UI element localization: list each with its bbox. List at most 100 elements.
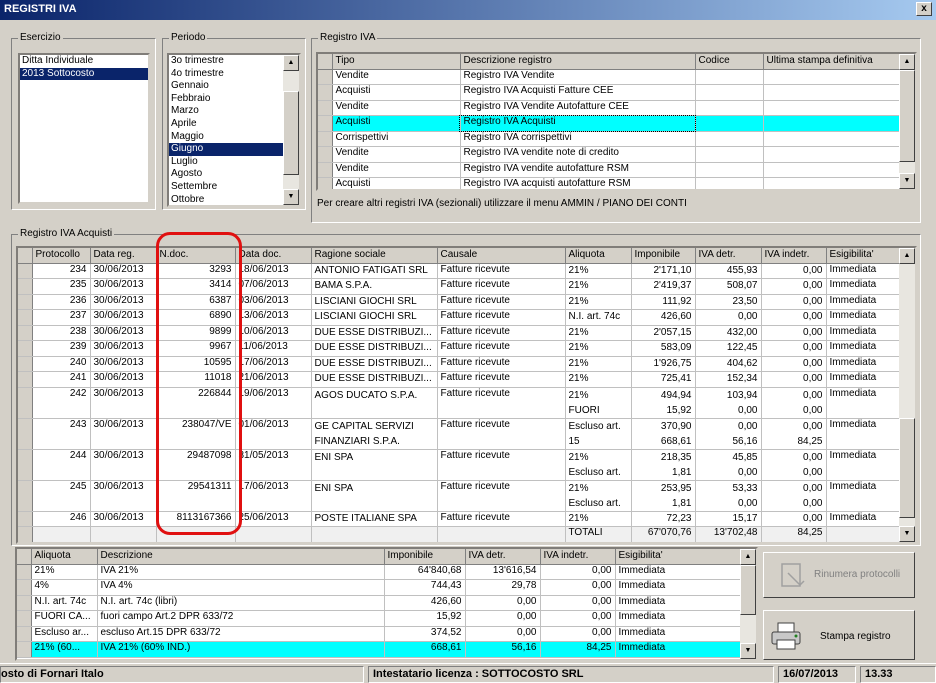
periodo-item[interactable]: Febbraio bbox=[169, 93, 283, 106]
acquisti-cell-esig: Immediata bbox=[826, 340, 902, 357]
scroll-down-icon[interactable]: ▼ bbox=[283, 189, 299, 205]
scroll-thumb[interactable] bbox=[283, 91, 299, 175]
registro-column-header[interactable]: Codice bbox=[695, 54, 764, 70]
esercizio-item[interactable]: Ditta Individuale bbox=[20, 55, 148, 68]
acquisti-cell-datadoc: 31/05/2013 bbox=[235, 449, 312, 481]
acquisti-column-header[interactable]: Causale bbox=[437, 248, 566, 264]
periodo-item[interactable]: Marzo bbox=[169, 105, 283, 118]
registro-row[interactable]: Acquisti Registro IVA Acquisti bbox=[318, 114, 902, 132]
registro-row[interactable]: Vendite Registro IVA Vendite bbox=[318, 69, 902, 85]
esercizio-item[interactable]: 2013 Sottocosto bbox=[20, 67, 148, 81]
acquisti-row[interactable]: 237 30/06/2013 6890 13/06/2013 LISCIANI GIOC… bbox=[18, 309, 902, 326]
acquisti-row[interactable]: 236 30/06/2013 6387 03/06/2013 LISCIANI GIOC… bbox=[18, 294, 902, 310]
registro-cell-descr: Registro IVA Vendite Autofatture CEE bbox=[460, 100, 696, 116]
riepilogo-column-header[interactable]: Imponibile bbox=[384, 549, 466, 565]
riepilogo-row[interactable]: 21% (60... IVA 21% (60% IND.) 668,61 56,16 8… bbox=[17, 641, 743, 658]
acquisti-column-header[interactable]: Ragione sociale bbox=[311, 248, 438, 264]
periodo-item[interactable]: Aprile bbox=[169, 118, 283, 131]
periodo-item[interactable]: Agosto bbox=[169, 168, 283, 181]
acquisti-column-header[interactable]: IVA detr. bbox=[695, 248, 762, 264]
acquisti-cell-line: 0,00 bbox=[803, 451, 823, 463]
scroll-up-icon[interactable]: ▲ bbox=[283, 55, 299, 71]
periodo-item[interactable]: Ottobre bbox=[169, 194, 283, 205]
acquisti-cell-datareg: 30/06/2013 bbox=[90, 309, 157, 326]
scroll-down-icon[interactable]: ▼ bbox=[899, 173, 915, 189]
scroll-thumb[interactable] bbox=[899, 418, 915, 518]
registro-column-header[interactable]: Tipo bbox=[332, 54, 461, 70]
acquisti-column-header[interactable]: Imponibile bbox=[631, 248, 696, 264]
riepilogo-column-header[interactable]: Esigibilita' bbox=[615, 549, 743, 565]
periodo-item[interactable]: Settembre bbox=[169, 181, 283, 194]
periodo-listbox[interactable]: 3o trimestre 4o trimestre Gennaio Febbraio M… bbox=[167, 53, 301, 207]
acquisti-cell-line: 0,00 bbox=[803, 512, 823, 524]
acquisti-row[interactable]: 241 30/06/2013 11018 21/06/2013 DUE ESSE DIS… bbox=[18, 371, 902, 388]
riepilogo-row[interactable]: 4% IVA 4% 744,43 29,78 0,00 Immediata bbox=[17, 579, 743, 596]
acquisti-column-header[interactable]: N.doc. bbox=[156, 248, 236, 264]
riepilogo-column-header[interactable]: IVA detr. bbox=[465, 549, 541, 565]
periodo-item[interactable]: Gennaio bbox=[169, 80, 283, 93]
acquisti-row[interactable]: 240 30/06/2013 10595 17/06/2013 DUE ESSE DIS… bbox=[18, 356, 902, 372]
stampa-registro-button[interactable]: Stampa registro bbox=[763, 610, 915, 660]
acquisti-column-header[interactable]: IVA indetr. bbox=[761, 248, 827, 264]
scroll-thumb[interactable] bbox=[740, 565, 756, 615]
registro-row[interactable]: Acquisti Registro IVA acquisti autofattur… bbox=[318, 177, 902, 189]
acquisti-row[interactable]: 242 30/06/2013 226844 19/06/2013 AGOS DUCATO… bbox=[18, 387, 902, 419]
acquisti-column-header[interactable]: Esigibilita' bbox=[826, 248, 902, 264]
scroll-down-icon[interactable]: ▼ bbox=[740, 643, 756, 659]
riepilogo-column-header[interactable]: Descrizione bbox=[97, 549, 385, 565]
riepilogo-scrollbar[interactable]: ▲ ▼ bbox=[740, 549, 756, 659]
acquisti-column-header[interactable]: Data doc. bbox=[235, 248, 312, 264]
acquisti-scrollbar[interactable]: ▲ ▼ bbox=[899, 248, 915, 542]
acquisti-cell-indetr: 0,00 bbox=[761, 356, 827, 372]
periodo-item[interactable]: Giugno bbox=[169, 143, 283, 156]
scroll-up-icon[interactable]: ▲ bbox=[899, 54, 915, 70]
acquisti-column-header[interactable]: Data reg. bbox=[90, 248, 157, 264]
scroll-down-icon[interactable]: ▼ bbox=[899, 526, 915, 542]
registro-row[interactable]: Vendite Registro IVA vendite note di cred… bbox=[318, 146, 902, 163]
acquisti-grid[interactable]: Protocollo Data reg. N.doc. Data doc. Ragion… bbox=[16, 246, 917, 544]
registro-row[interactable]: Vendite Registro IVA vendite autofatture … bbox=[318, 162, 902, 178]
scroll-up-icon[interactable]: ▲ bbox=[899, 248, 915, 264]
acquisti-column-header[interactable]: Protocollo bbox=[32, 248, 91, 264]
empty-cell bbox=[437, 526, 566, 542]
periodo-item[interactable]: 4o trimestre bbox=[169, 68, 283, 81]
acquisti-row[interactable]: 235 30/06/2013 3414 07/06/2013 BAMA S.P.A. Fa… bbox=[18, 278, 902, 295]
scroll-thumb[interactable] bbox=[899, 70, 915, 162]
riepilogo-row[interactable]: N.I. art. 74c N.I. art. 74c (libri) 426,60… bbox=[17, 595, 743, 611]
acquisti-row[interactable]: 244 30/06/2013 29487098 31/05/2013 ENI SPA Fa… bbox=[18, 449, 902, 481]
registro-column-header[interactable]: Ultima stampa definitiva bbox=[763, 54, 902, 70]
riepilogo-row[interactable]: Escluso ar... escluso Art.15 DPR 633/72 37… bbox=[17, 626, 743, 642]
close-icon[interactable]: x bbox=[916, 2, 932, 16]
acquisti-cell-esig: Immediata bbox=[826, 418, 902, 450]
acquisti-column-header[interactable]: Aliquota bbox=[565, 248, 632, 264]
registro-grid[interactable]: Tipo Descrizione registro Codice Ultima sta… bbox=[316, 52, 917, 191]
acquisti-totals-row: TOTALI 67'070,76 13'702,48 84,25 bbox=[18, 526, 902, 542]
registro-row[interactable]: Acquisti Registro IVA Acquisti Fatture CE… bbox=[318, 84, 902, 101]
periodo-scrollbar[interactable]: ▲ ▼ bbox=[283, 55, 299, 205]
acquisti-row[interactable]: 238 30/06/2013 9899 10/06/2013 DUE ESSE DIST… bbox=[18, 325, 902, 341]
scroll-up-icon[interactable]: ▲ bbox=[740, 549, 756, 565]
acquisti-cell-ragione: DUE ESSE DISTRIBUZI... bbox=[311, 325, 438, 341]
acquisti-row[interactable]: 246 30/06/2013 8113167366 25/06/2013 POSTE I… bbox=[18, 511, 902, 527]
registro-scrollbar[interactable]: ▲ ▼ bbox=[899, 54, 915, 189]
periodo-item[interactable]: Maggio bbox=[169, 131, 283, 144]
acquisti-cell-imponibile: 2'057,15 bbox=[631, 325, 696, 341]
acquisti-row[interactable]: 243 30/06/2013 238047/VE 01/06/2013 GE CAPIT… bbox=[18, 418, 902, 450]
registro-column-header[interactable]: Descrizione registro bbox=[460, 54, 696, 70]
rinumera-protocolli-button[interactable]: Rinumera protocolli bbox=[763, 552, 915, 598]
riepilogo-row[interactable]: FUORI CA... fuori campo Art.2 DPR 633/72 1… bbox=[17, 610, 743, 627]
periodo-item[interactable]: 3o trimestre bbox=[169, 55, 283, 68]
registro-row[interactable]: Corrispettivi Registro IVA corrispettivi bbox=[318, 131, 902, 147]
acquisti-row[interactable]: 234 30/06/2013 3293 18/06/2013 ANTONIO FATIG… bbox=[18, 263, 902, 279]
riepilogo-column-header[interactable]: Aliquota bbox=[31, 549, 98, 565]
acquisti-cell-line: 21% bbox=[568, 295, 589, 307]
acquisti-cell-esig: Immediata bbox=[826, 371, 902, 388]
registro-row[interactable]: Vendite Registro IVA Vendite Autofatture … bbox=[318, 100, 902, 116]
riepilogo-grid[interactable]: Aliquota Descrizione Imponibile IVA detr. IV… bbox=[15, 547, 758, 661]
acquisti-row[interactable]: 239 30/06/2013 9967 11/06/2013 DUE ESSE DIST… bbox=[18, 340, 902, 357]
riepilogo-row[interactable]: 21% IVA 21% 64'840,68 13'616,54 0,00 Immediat… bbox=[17, 564, 743, 580]
periodo-item[interactable]: Luglio bbox=[169, 156, 283, 169]
esercizio-listbox[interactable]: Ditta Individuale 2013 Sottocosto bbox=[18, 53, 150, 204]
acquisti-row[interactable]: 245 30/06/2013 29541311 17/06/2013 ENI SPA Fa… bbox=[18, 480, 902, 512]
riepilogo-column-header[interactable]: IVA indetr. bbox=[540, 549, 616, 565]
